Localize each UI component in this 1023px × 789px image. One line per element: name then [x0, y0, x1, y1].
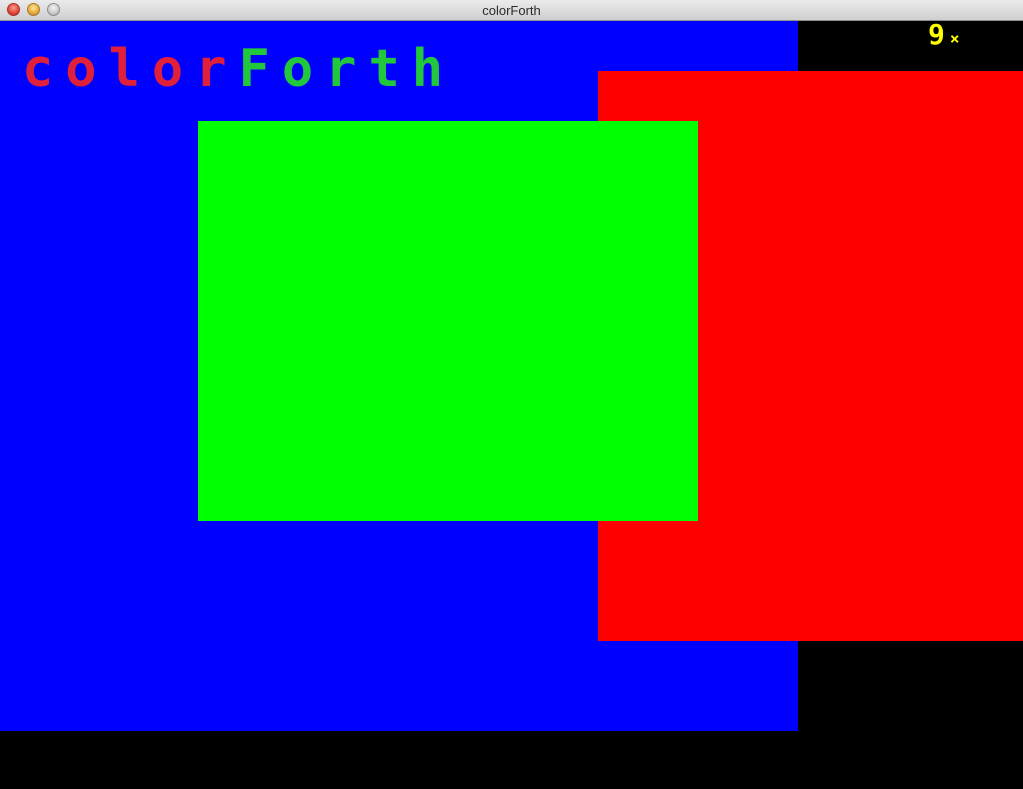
drawing-canvas[interactable]: colorForth 9 × — [0, 21, 1023, 789]
logo-word-color: color — [22, 39, 239, 99]
colorforth-logo: colorForth — [22, 43, 455, 95]
stack-count: 9 — [928, 18, 945, 51]
green-rectangle — [198, 121, 698, 521]
window-title: colorForth — [482, 3, 541, 18]
stack-status: 9 × — [928, 21, 960, 53]
logo-word-forth: Forth — [238, 39, 456, 99]
stack-mark: × — [949, 29, 960, 48]
title-bar[interactable]: colorForth — [0, 0, 1023, 21]
